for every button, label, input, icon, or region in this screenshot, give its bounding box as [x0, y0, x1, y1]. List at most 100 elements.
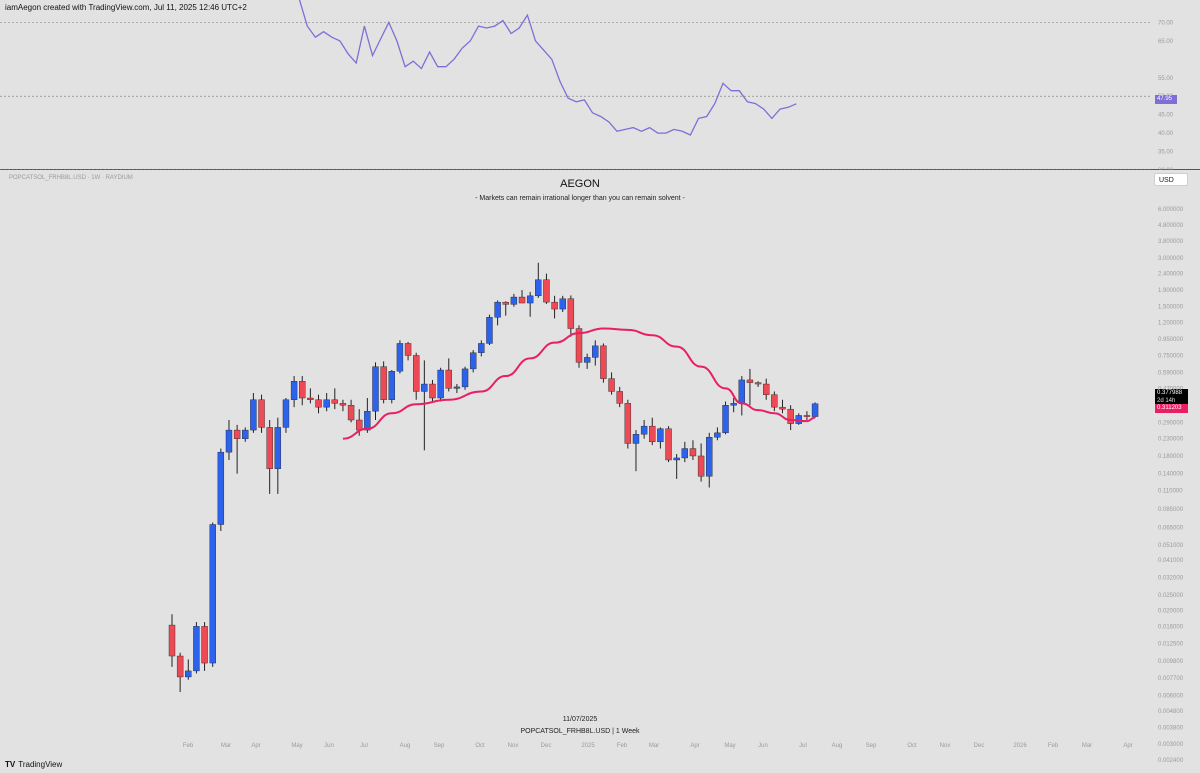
- rsi-axis-tick: 65.00: [1158, 39, 1174, 45]
- rsi-axis-tick: 45.00: [1158, 113, 1174, 119]
- candle-body: [697, 455, 705, 477]
- candle-body: [673, 457, 680, 461]
- time-axis-tick: Oct: [907, 743, 917, 749]
- candle-body: [746, 379, 754, 383]
- candle-body: [600, 345, 607, 379]
- price-axis-tick: 0.006000: [1158, 693, 1184, 699]
- candle-body: [543, 279, 550, 303]
- time-axis-tick: Aug: [832, 743, 843, 749]
- time-axis-tick: Mar: [649, 743, 659, 749]
- time-axis-tick: Dec: [974, 743, 985, 749]
- time-axis-tick: Apr: [690, 743, 699, 749]
- time-axis-tick: Feb: [617, 743, 628, 749]
- price-axis-tick: 1.900000: [1158, 288, 1184, 294]
- candle-body: [176, 655, 184, 678]
- candle-body: [404, 343, 412, 356]
- candle-body: [290, 381, 298, 400]
- candle-body: [233, 429, 241, 439]
- candle-body: [347, 405, 355, 421]
- candle-body: [681, 448, 689, 459]
- candle-body: [559, 298, 566, 310]
- price-axis-tick: 0.002400: [1158, 758, 1184, 764]
- rsi-line: [298, 0, 797, 136]
- candle-body: [714, 432, 721, 438]
- time-axis-tick: Dec: [541, 743, 552, 749]
- time-axis-tick: Nov: [508, 743, 519, 749]
- price-axis-tick: 3.000000: [1158, 256, 1184, 262]
- time-axis-tick: Jun: [758, 743, 768, 749]
- candle-body: [754, 382, 762, 385]
- time-axis-tick: Feb: [1048, 743, 1059, 749]
- price-axis-tick: 0.025000: [1158, 593, 1184, 599]
- candle-body: [445, 369, 452, 389]
- candle-body: [811, 403, 819, 417]
- price-axis-tick: 0.230000: [1158, 437, 1184, 443]
- candle-body: [689, 448, 697, 457]
- candle-body: [486, 317, 493, 344]
- time-axis-tick: Mar: [221, 743, 231, 749]
- price-axis-tick: 1.500000: [1158, 305, 1184, 311]
- candle-body: [225, 429, 233, 453]
- candle-body: [657, 428, 664, 443]
- candle-body: [217, 451, 225, 525]
- candle-body: [518, 296, 526, 304]
- time-axis-tick: Nov: [940, 743, 951, 749]
- price-axis-tick: 1.200000: [1158, 320, 1184, 326]
- rsi-axis-tick: 40.00: [1158, 131, 1174, 137]
- price-pane[interactable]: 6.000000 4.800000 3.800000 3.000000 2.400000…: [0, 170, 1200, 770]
- candle-body: [526, 295, 534, 304]
- rsi-pane[interactable]: 70.0065.0055.0050.0045.0040.0035.0030.00: [0, 0, 1200, 170]
- symbol-interval: POPCATSOL_FRHB8L.USD | 1 Week: [520, 728, 640, 735]
- time-axis-tick: May: [724, 743, 735, 749]
- candle-body: [592, 345, 599, 358]
- candle-body: [258, 399, 265, 428]
- time-axis-tick: May: [291, 743, 302, 749]
- price-axis-tick: 0.032000: [1158, 576, 1184, 582]
- time-axis-tick: Apr: [251, 743, 260, 749]
- candle-body: [413, 355, 420, 392]
- candle-body: [478, 343, 485, 353]
- price-axis-tick: 6.000000: [1158, 207, 1184, 213]
- candle-body: [730, 403, 737, 406]
- time-axis-tick: Mar: [1082, 743, 1092, 749]
- candle-body: [771, 394, 778, 408]
- price-axis-tick: 3.800000: [1158, 239, 1184, 245]
- candle-body: [502, 301, 509, 305]
- candle-body: [380, 366, 387, 400]
- moving-average-label: 0.311203: [1155, 404, 1188, 413]
- candle-body: [803, 415, 811, 417]
- candle-body: [624, 403, 632, 444]
- candle-body: [274, 427, 282, 470]
- time-axis-tick: 2026: [1013, 743, 1027, 749]
- candle-body: [299, 381, 306, 399]
- time-axis-tick: Aug: [400, 743, 411, 749]
- price-axis-tick: 0.051000: [1158, 543, 1184, 549]
- price-axis-tick: 0.041000: [1158, 558, 1184, 564]
- time-axis-tick: 2025: [581, 743, 595, 749]
- brand-name: TradingView: [18, 760, 63, 769]
- candle-body: [510, 296, 518, 305]
- price-axis-tick: 0.012500: [1158, 642, 1184, 648]
- candle-body: [282, 399, 290, 428]
- time-axis-tick: Oct: [475, 743, 485, 749]
- candle-body: [315, 399, 322, 408]
- candle-body: [364, 410, 371, 431]
- candle-body: [323, 399, 330, 408]
- rsi-axis-tick: 35.00: [1158, 150, 1174, 156]
- time-axis-tick: Sep: [434, 743, 445, 749]
- price-axis-tick: 0.085000: [1158, 507, 1184, 513]
- price-axis-tick: 4.800000: [1158, 223, 1184, 229]
- candle-body: [706, 436, 713, 477]
- price-axis-tick: 0.180000: [1158, 454, 1184, 460]
- currency-selector[interactable]: USD: [1154, 173, 1188, 186]
- candle-body: [307, 397, 314, 400]
- candle-body: [640, 425, 648, 435]
- candle-body: [608, 378, 615, 392]
- candle-body: [242, 429, 249, 439]
- rsi-value-badge: 47.95: [1155, 95, 1177, 104]
- price-axis-tick: 0.590000: [1158, 370, 1184, 376]
- candle-body: [429, 383, 436, 399]
- candle-body: [185, 670, 192, 678]
- price-axis-tick: 0.140000: [1158, 472, 1184, 478]
- price-axis-tick: 0.065000: [1158, 526, 1184, 532]
